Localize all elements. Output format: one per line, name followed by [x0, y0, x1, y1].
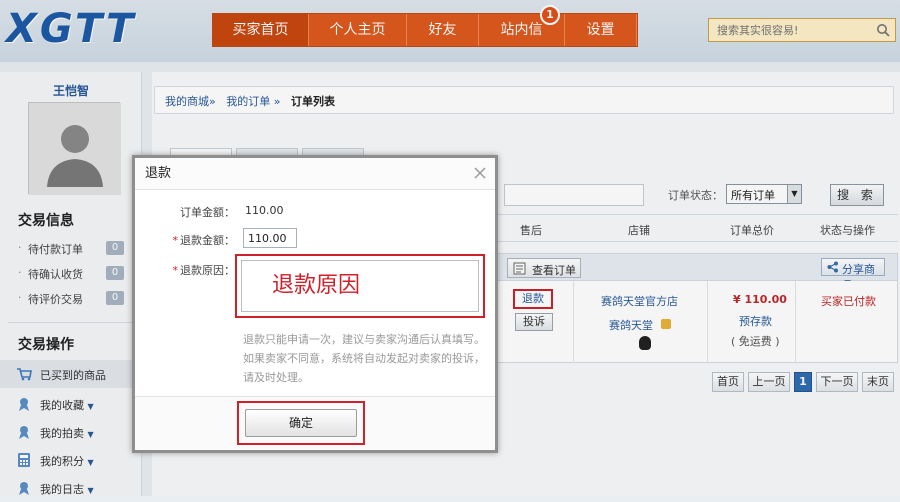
refund-dialog: 退款 订单金额： 110.00 *退款金额： *退款原因： 退款只能申请一次，建… [132, 155, 498, 453]
refund-amount-input[interactable] [243, 228, 297, 248]
refund-amount-label: * 退款金额： [172, 234, 236, 247]
confirm-highlight: 确定 [237, 401, 365, 445]
close-icon[interactable] [473, 166, 487, 180]
refund-reason-label: * 退款原因： [172, 264, 236, 277]
reason-highlight [235, 254, 485, 318]
order-amount-value: 110.00 [245, 204, 284, 217]
dialog-title: 退款 [135, 158, 495, 190]
refund-hint: 退款只能申请一次，建议与卖家沟通后认真填写。如果卖家不同意，系统将自动发起对卖家… [243, 333, 485, 384]
order-amount-label: 订单金额： [180, 206, 235, 219]
refund-reason-input[interactable] [241, 260, 479, 312]
confirm-button[interactable]: 确定 [245, 409, 357, 437]
